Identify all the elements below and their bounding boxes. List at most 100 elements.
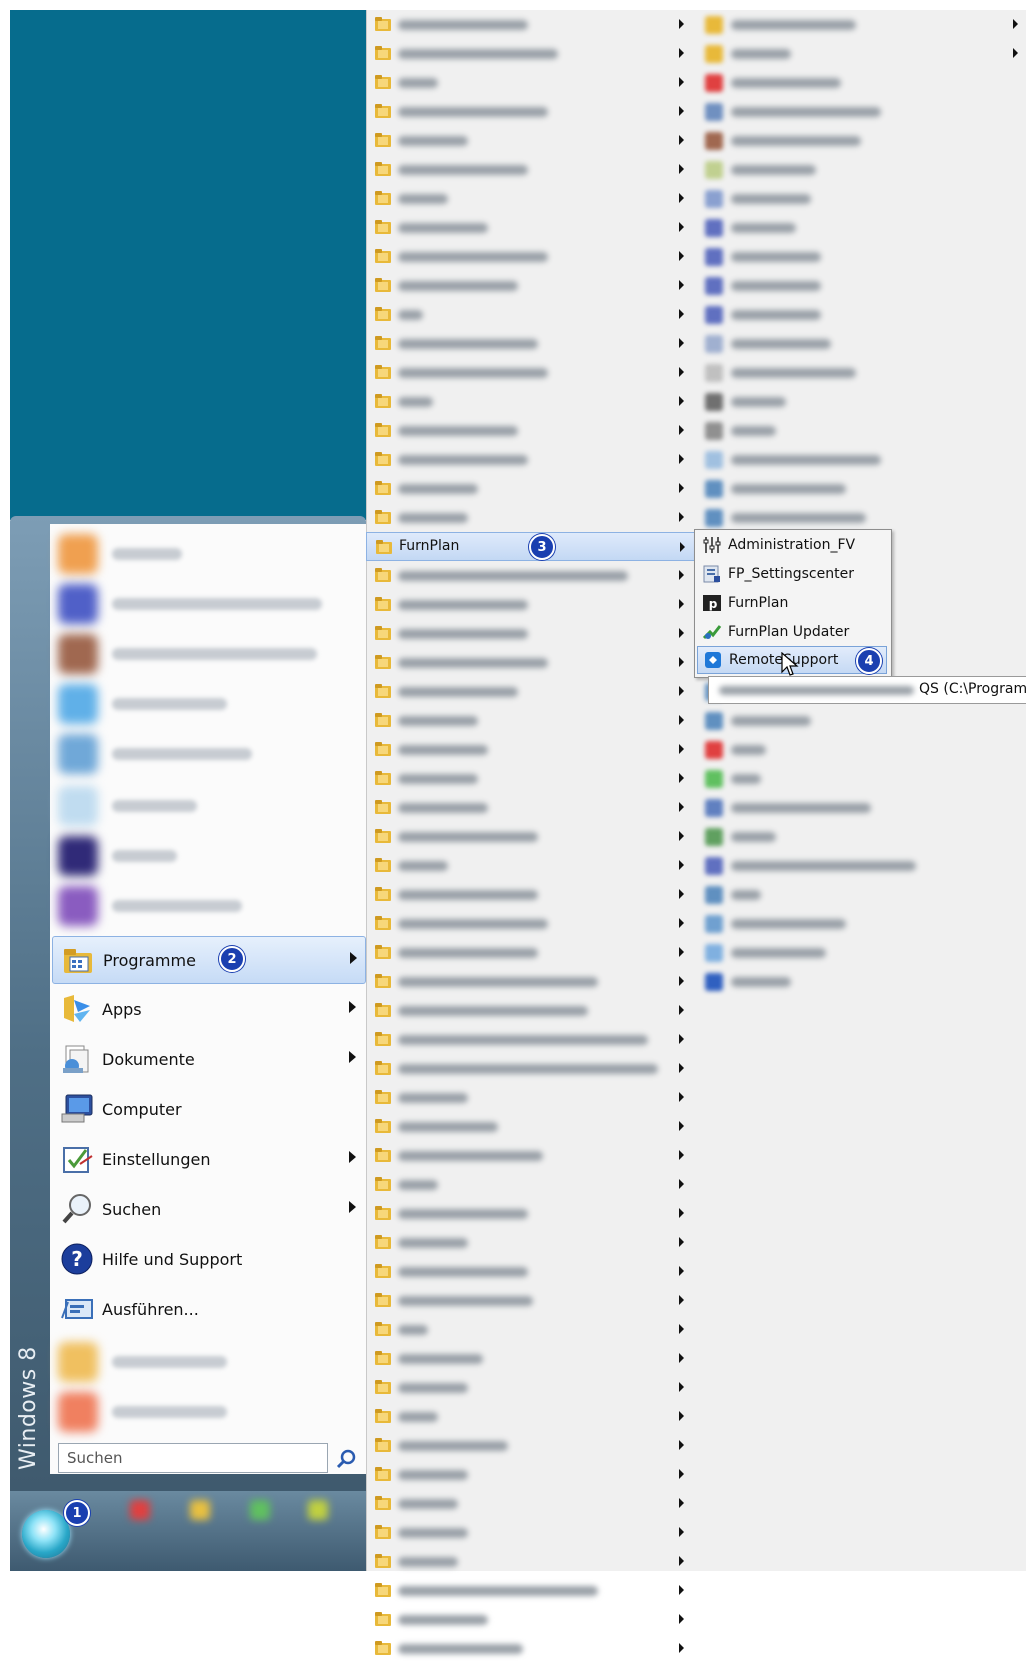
program-shortcut-item[interactable]: [697, 938, 1026, 967]
programs-item[interactable]: [366, 619, 696, 648]
programs-item[interactable]: [366, 1605, 696, 1634]
programs-item[interactable]: [366, 1199, 696, 1228]
program-shortcut-item[interactable]: [697, 445, 1026, 474]
programs-item[interactable]: [366, 1576, 696, 1605]
menu-item-hilfe-und-support[interactable]: ? Hilfe und Support: [52, 1236, 364, 1282]
recent-item[interactable]: [52, 730, 362, 778]
program-shortcut-item[interactable]: [697, 387, 1026, 416]
programs-item[interactable]: [366, 416, 696, 445]
programs-item[interactable]: [366, 387, 696, 416]
programs-item[interactable]: [366, 358, 696, 387]
program-shortcut-item[interactable]: [697, 10, 1026, 39]
programs-item[interactable]: [366, 706, 696, 735]
recent-item[interactable]: [52, 580, 362, 628]
programs-item[interactable]: [366, 1460, 696, 1489]
programs-item[interactable]: [366, 1634, 696, 1663]
programs-item[interactable]: [366, 1547, 696, 1576]
taskbar-app-icon[interactable]: [308, 1500, 328, 1520]
programs-item[interactable]: [366, 300, 696, 329]
programs-item[interactable]: [366, 851, 696, 880]
program-shortcut-item[interactable]: [697, 242, 1026, 271]
programs-item[interactable]: [366, 1315, 696, 1344]
programs-item[interactable]: [366, 880, 696, 909]
program-shortcut-item[interactable]: [697, 764, 1026, 793]
program-shortcut-item[interactable]: [697, 474, 1026, 503]
program-shortcut-item[interactable]: [697, 155, 1026, 184]
taskbar-app-icon[interactable]: [130, 1500, 150, 1520]
programs-item[interactable]: [366, 677, 696, 706]
programs-item[interactable]: [366, 996, 696, 1025]
programs-item[interactable]: [366, 1025, 696, 1054]
program-shortcut-item[interactable]: [697, 706, 1026, 735]
recent-item[interactable]: [52, 882, 362, 930]
program-shortcut-item[interactable]: [697, 967, 1026, 996]
program-shortcut-item[interactable]: [697, 503, 1026, 532]
taskbar-app-icon[interactable]: [190, 1500, 210, 1520]
programs-item[interactable]: [366, 1286, 696, 1315]
programs-item[interactable]: [366, 1228, 696, 1257]
recent-item[interactable]: [52, 1388, 362, 1436]
programs-item[interactable]: [366, 1489, 696, 1518]
program-shortcut-item[interactable]: [697, 126, 1026, 155]
programs-item[interactable]: [366, 1518, 696, 1547]
programs-item[interactable]: [366, 938, 696, 967]
recent-item[interactable]: [52, 630, 362, 678]
programs-item[interactable]: [366, 39, 696, 68]
programs-item[interactable]: [366, 242, 696, 271]
programs-item[interactable]: [366, 1402, 696, 1431]
menu-item-suchen[interactable]: Suchen: [52, 1186, 364, 1232]
program-shortcut-item[interactable]: [697, 300, 1026, 329]
program-shortcut-item[interactable]: [697, 735, 1026, 764]
programs-item-furnplan[interactable]: FurnPlan 3: [366, 532, 696, 561]
program-shortcut-item[interactable]: [697, 793, 1026, 822]
menu-item-programme[interactable]: Programme 2: [52, 936, 366, 984]
programs-item[interactable]: [366, 590, 696, 619]
programs-item[interactable]: [366, 1112, 696, 1141]
recent-item[interactable]: [52, 832, 362, 880]
program-shortcut-item[interactable]: [697, 39, 1026, 68]
programs-item[interactable]: [366, 793, 696, 822]
start-search-input[interactable]: Suchen: [58, 1443, 328, 1473]
programs-item[interactable]: [366, 503, 696, 532]
programs-item[interactable]: [366, 1083, 696, 1112]
program-shortcut-item[interactable]: [697, 416, 1026, 445]
programs-item[interactable]: [366, 329, 696, 358]
program-shortcut-item[interactable]: [697, 271, 1026, 300]
program-shortcut-item[interactable]: [697, 68, 1026, 97]
programs-item[interactable]: [366, 822, 696, 851]
menu-item-einstellungen[interactable]: Einstellungen: [52, 1136, 364, 1182]
program-shortcut-item[interactable]: [697, 97, 1026, 126]
submenu-item-furnplan-updater[interactable]: FurnPlan Updater: [697, 618, 887, 646]
programs-item[interactable]: [366, 1373, 696, 1402]
programs-item[interactable]: [366, 155, 696, 184]
programs-item[interactable]: [366, 1054, 696, 1083]
programs-item[interactable]: [366, 1431, 696, 1460]
search-icon[interactable]: [334, 1447, 358, 1471]
programs-item[interactable]: [366, 1170, 696, 1199]
programs-item[interactable]: [366, 213, 696, 242]
program-shortcut-item[interactable]: [697, 851, 1026, 880]
programs-item[interactable]: [366, 735, 696, 764]
programs-item[interactable]: [366, 1344, 696, 1373]
program-shortcut-item[interactable]: [697, 329, 1026, 358]
programs-item[interactable]: [366, 97, 696, 126]
recent-item[interactable]: [52, 1338, 362, 1386]
start-button[interactable]: [22, 1510, 70, 1558]
menu-item-apps[interactable]: Apps: [52, 986, 364, 1032]
programs-item[interactable]: [366, 474, 696, 503]
programs-item[interactable]: [366, 909, 696, 938]
menu-item-ausfuehren[interactable]: Ausführen...: [52, 1286, 364, 1332]
programs-item[interactable]: [366, 126, 696, 155]
recent-item[interactable]: [52, 782, 362, 830]
programs-item[interactable]: [366, 184, 696, 213]
submenu-item-furnplan[interactable]: p FurnPlan: [697, 589, 887, 617]
program-shortcut-item[interactable]: [697, 822, 1026, 851]
program-shortcut-item[interactable]: [697, 358, 1026, 387]
submenu-item-fp-settingscenter[interactable]: FP_Settingscenter: [697, 560, 887, 588]
recent-item[interactable]: [52, 530, 362, 578]
programs-item[interactable]: [366, 561, 696, 590]
programs-item[interactable]: [366, 764, 696, 793]
taskbar-app-icon[interactable]: [250, 1500, 270, 1520]
programs-item[interactable]: [366, 68, 696, 97]
programs-item[interactable]: [366, 10, 696, 39]
